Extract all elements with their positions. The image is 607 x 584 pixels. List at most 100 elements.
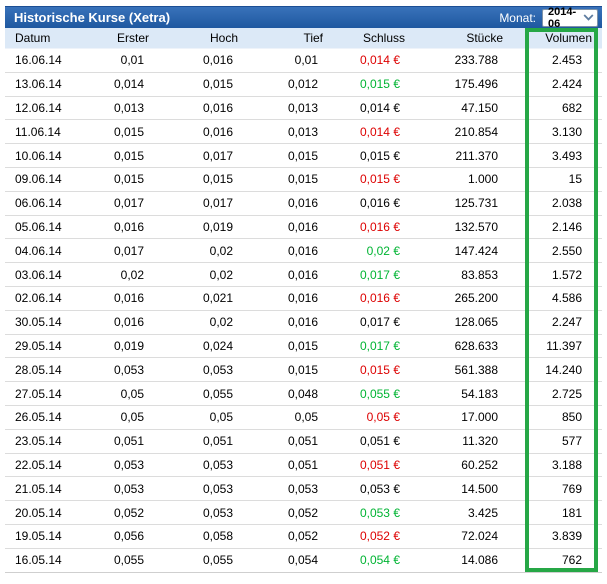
cell-datum: 13.06.14 [5,71,90,96]
table-row: 23.05.14 0,051 0,051 0,051 0,051 €11.320 577 [5,428,602,453]
cell-schluss: 0,017 € [324,333,406,358]
cell-tief: 0,01 [239,48,324,72]
cell-tief: 0,013 [239,95,324,120]
cell-stuecke: 17.000 [406,404,504,429]
chevron-down-icon [583,14,594,21]
table-row: 03.06.14 0,02 0,02 0,016 0,017 €83.853 1.572 [5,262,602,286]
cell-hoch: 0,055 [150,381,239,405]
cell-volumen: 2.146 [504,214,602,239]
column-header-tief: Tief [239,28,324,48]
cell-tief: 0,051 [239,428,324,453]
cell-datum: 29.05.14 [5,333,90,358]
cell-erster: 0,016 [90,214,150,239]
cell-datum: 30.05.14 [5,309,90,334]
cell-volumen: 2.038 [504,190,602,215]
cell-erster: 0,05 [90,404,150,429]
cell-datum: 19.05.14 [5,523,90,548]
cell-tief: 0,052 [239,500,324,524]
cell-stuecke: 14.086 [406,547,504,572]
table-row: 02.06.14 0,016 0,021 0,016 0,016 €265.200 4.5… [5,285,602,310]
cell-hoch: 0,016 [150,95,239,120]
cell-stuecke: 233.788 [406,48,504,72]
cell-datum: 04.06.14 [5,238,90,263]
cell-schluss: 0,054 € [324,547,406,572]
cell-hoch: 0,024 [150,333,239,358]
cell-datum: 28.05.14 [5,357,90,382]
cell-datum: 12.06.14 [5,95,90,120]
cell-schluss: 0,014 € [324,48,406,72]
cell-schluss: 0,055 € [324,381,406,405]
cell-schluss: 0,016 € [324,285,406,310]
cell-schluss: 0,014 € [324,95,406,120]
cell-stuecke: 1.000 [406,166,504,191]
cell-erster: 0,02 [90,262,150,286]
cell-stuecke: 211.370 [406,143,504,167]
cell-hoch: 0,053 [150,357,239,382]
table-row: 27.05.14 0,05 0,055 0,048 0,055 €54.183 2.725 [5,381,602,405]
cell-erster: 0,01 [90,48,150,72]
cell-tief: 0,013 [239,119,324,144]
cell-erster: 0,015 [90,143,150,167]
table-row: 12.06.14 0,013 0,016 0,013 0,014 €47.150 682 [5,95,602,120]
cell-volumen: 769 [504,476,602,501]
cell-tief: 0,051 [239,452,324,477]
cell-datum: 20.05.14 [5,500,90,524]
month-label: Monat: [499,10,536,25]
cell-erster: 0,019 [90,333,150,358]
table-row: 30.05.14 0,016 0,02 0,016 0,017 €128.065 2.24… [5,309,602,334]
month-select[interactable]: 2014-06 [542,5,598,30]
cell-stuecke: 128.065 [406,309,504,334]
cell-hoch: 0,017 [150,190,239,215]
cell-schluss: 0,016 € [324,190,406,215]
cell-datum: 09.06.14 [5,166,90,191]
cell-hoch: 0,058 [150,523,239,548]
cell-stuecke: 83.853 [406,262,504,286]
cell-hoch: 0,015 [150,166,239,191]
cell-tief: 0,016 [239,262,324,286]
column-header-hoch: Hoch [150,28,239,48]
cell-stuecke: 561.388 [406,357,504,382]
cell-schluss: 0,053 € [324,476,406,501]
cell-schluss: 0,051 € [324,452,406,477]
cell-volumen: 2.453 [504,48,602,72]
cell-hoch: 0,05 [150,404,239,429]
table-row: 09.06.14 0,015 0,015 0,015 0,015 €1.000 15 [5,166,602,191]
cell-erster: 0,017 [90,190,150,215]
cell-hoch: 0,016 [150,119,239,144]
cell-erster: 0,016 [90,309,150,334]
month-select-value: 2014-06 [548,5,577,30]
cell-datum: 16.05.14 [5,547,90,572]
cell-erster: 0,051 [90,428,150,453]
cell-stuecke: 265.200 [406,285,504,310]
column-header-erster: Erster [90,28,150,48]
cell-volumen: 181 [504,500,602,524]
cell-tief: 0,052 [239,523,324,548]
cell-erster: 0,053 [90,476,150,501]
cell-schluss: 0,053 € [324,500,406,524]
cell-erster: 0,015 [90,166,150,191]
widget-title: Historische Kurse (Xetra) [14,10,171,25]
cell-tief: 0,048 [239,381,324,405]
cell-hoch: 0,053 [150,452,239,477]
table-row: 06.06.14 0,017 0,017 0,016 0,016 €125.731 2.0… [5,190,602,215]
cell-volumen: 14.240 [504,357,602,382]
cell-stuecke: 54.183 [406,381,504,405]
cell-erster: 0,056 [90,523,150,548]
cell-volumen: 15 [504,166,602,191]
table-row: 16.06.14 0,01 0,016 0,01 0,014 €233.788 2.453 [5,48,602,72]
column-header-stuecke: Stücke [406,28,504,48]
cell-tief: 0,05 [239,404,324,429]
cell-stuecke: 3.425 [406,500,504,524]
cell-erster: 0,017 [90,238,150,263]
cell-hoch: 0,053 [150,476,239,501]
cell-volumen: 682 [504,95,602,120]
table-header-row: Datum Erster Hoch Tief Schluss Stücke Vo… [5,28,602,48]
cell-tief: 0,016 [239,309,324,334]
column-header-schluss: Schluss [324,28,406,48]
table-row: 28.05.14 0,053 0,053 0,015 0,015 €561.388 14.… [5,357,602,382]
cell-erster: 0,014 [90,71,150,96]
cell-stuecke: 628.633 [406,333,504,358]
table-row: 05.06.14 0,016 0,019 0,016 0,016 €132.570 2.1… [5,214,602,239]
cell-schluss: 0,051 € [324,428,406,453]
cell-volumen: 3.839 [504,523,602,548]
